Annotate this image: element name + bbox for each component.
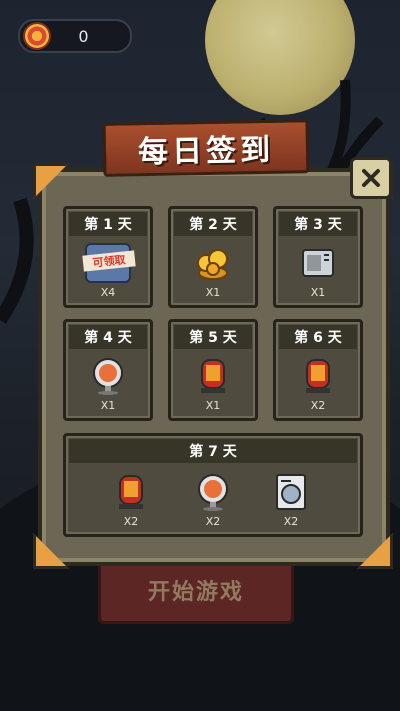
- reward-qty: X1: [205, 399, 221, 412]
- washing-machine-icon: [268, 472, 314, 512]
- reward-qty: X2: [205, 515, 221, 528]
- reward-item: X1: [171, 356, 255, 412]
- reward-item: X2: [276, 356, 360, 412]
- reward-item: X1: [66, 356, 150, 412]
- reward-item: X1: [276, 243, 360, 299]
- reward-qty: X2: [310, 399, 326, 412]
- reward-qty: X1: [310, 286, 326, 299]
- day-label: 第 1 天: [69, 212, 147, 236]
- day-card-1[interactable]: 第 1 天 可领取 X4: [63, 206, 153, 308]
- reward-item: 可领取 X4: [66, 243, 150, 299]
- reward-item: X2: [268, 472, 314, 528]
- coin-value: 0: [78, 26, 89, 46]
- reward-item: X2: [190, 472, 236, 528]
- day-label: 第 2 天: [174, 212, 252, 236]
- day-card-7[interactable]: 第 7 天 X2 X2 X2: [63, 433, 363, 537]
- day-card-2[interactable]: 第 2 天 X1: [168, 206, 258, 308]
- reward-qty: X4: [100, 286, 116, 299]
- day-label: 第 4 天: [69, 325, 147, 349]
- day-card-4[interactable]: 第 4 天 X1: [63, 319, 153, 421]
- close-button[interactable]: [350, 157, 392, 199]
- fan-icon: [190, 472, 236, 512]
- day-label: 第 5 天: [174, 325, 252, 349]
- coin-icon: [23, 22, 51, 50]
- day-label: 第 3 天: [279, 212, 357, 236]
- day-card-3[interactable]: 第 3 天 X1: [273, 206, 363, 308]
- reward-qty: X1: [100, 399, 116, 412]
- day-card-6[interactable]: 第 6 天 X2: [273, 319, 363, 421]
- start-game-button[interactable]: 开始游戏: [98, 556, 294, 624]
- day-card-5[interactable]: 第 5 天 X1: [168, 319, 258, 421]
- close-icon: [362, 169, 380, 187]
- coin-counter: 0: [18, 19, 132, 53]
- claimable-badge-icon: 可领取: [82, 243, 136, 283]
- claimable-text: 可领取: [82, 250, 136, 272]
- reward-qty: X2: [283, 515, 299, 528]
- panel-title: 每日签到: [102, 119, 310, 177]
- gold-coins-icon: [190, 243, 236, 283]
- reward-qty: X1: [205, 286, 221, 299]
- air-conditioner-icon: [295, 243, 341, 283]
- heater-icon: [190, 356, 236, 396]
- reward-item: X1: [171, 243, 255, 299]
- day-label: 第 6 天: [279, 325, 357, 349]
- heater-icon: [108, 472, 154, 512]
- fan-icon: [85, 356, 131, 396]
- reward-qty: X2: [123, 515, 139, 528]
- reward-item: X2: [108, 472, 154, 528]
- heater-icon: [295, 356, 341, 396]
- day-label: 第 7 天: [69, 439, 357, 463]
